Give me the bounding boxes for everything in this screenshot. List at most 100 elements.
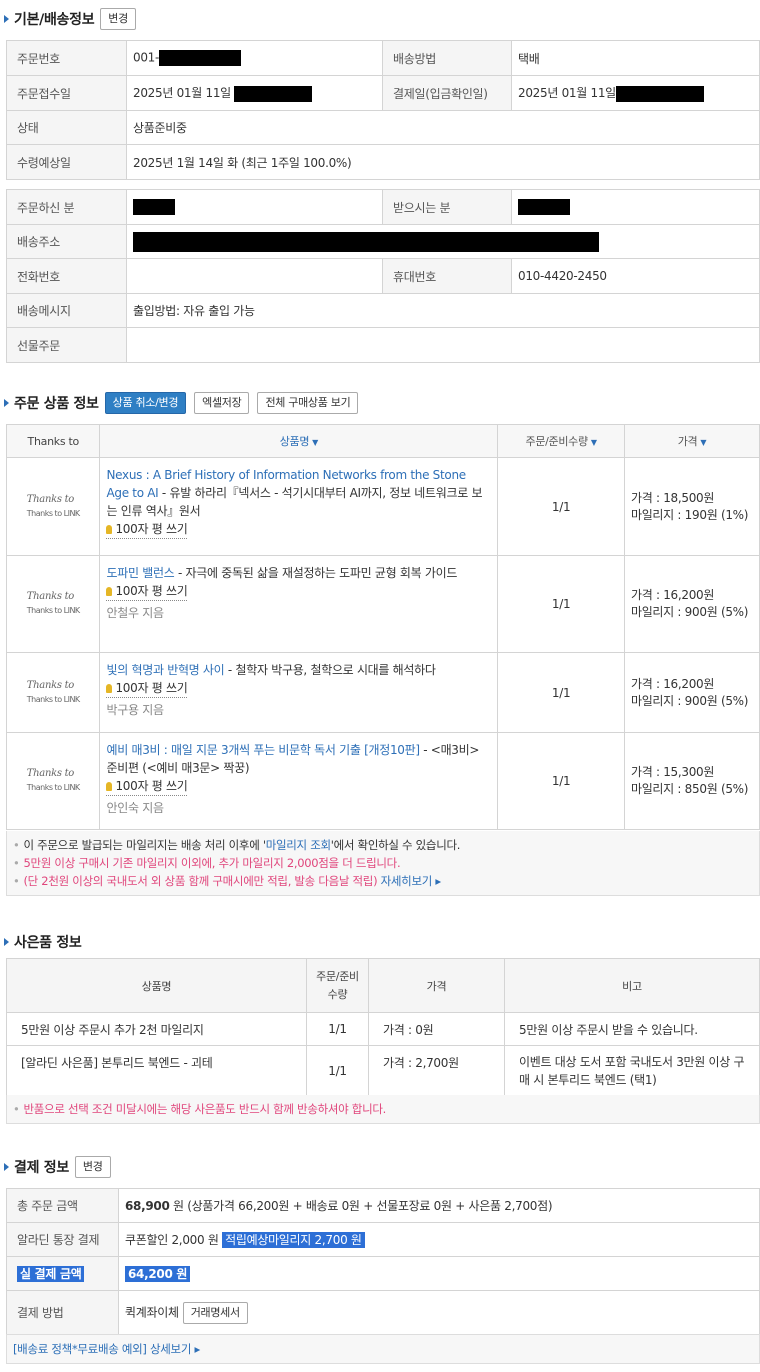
triangle-bullet-icon: [4, 399, 9, 407]
products-table: Thanks to 상품명 ▼ 주문/준비수량 ▼ 가격 ▼ Thanks to Tha…: [5, 424, 760, 830]
pay-date-value: 2025년 01월 11일: [511, 75, 760, 111]
gift-header-name: 상품명: [6, 958, 307, 1013]
gift-row: 5만원 이상 주문시 추가 2천 마일리지 1/1 가격 : 0원 5만원 이상…: [6, 1012, 760, 1046]
product-row: Thanks to Thanks to LINK 빛의 혁명과 반혁명 사이 - …: [5, 652, 760, 733]
mileage-highlight: 적립예상마일리지 2,700 원: [222, 1232, 365, 1248]
product-price: 가격 : 16,200원 마일리지 : 900원 (5%): [623, 652, 760, 733]
orderer-value: [126, 189, 383, 225]
thanks-to-logo[interactable]: Thanks to Thanks to LINK: [5, 652, 101, 733]
thanks-to-logo[interactable]: Thanks to Thanks to LINK: [5, 732, 101, 830]
phone-label: 전화번호: [6, 258, 127, 294]
header-thanks: Thanks to: [5, 424, 101, 458]
phone-value: [126, 258, 383, 294]
gift-qty: 1/1: [306, 1012, 369, 1046]
review-write-link[interactable]: 100자 평 쓰기: [106, 521, 188, 539]
lightbulb-icon: [106, 525, 113, 534]
product-author[interactable]: 박구용 지음: [106, 701, 491, 719]
sort-caret-icon: ▼: [590, 438, 597, 447]
product-title-link[interactable]: 빛의 혁명과 반혁명 사이: [106, 663, 224, 677]
gifts-table: 상품명 주문/준비 수량 가격 비고 5만원 이상 주문시 추가 2천 마일리지 …: [6, 958, 760, 1096]
product-title-link[interactable]: 예비 매3비 : 매일 지문 3개씩 푸는 비문학 독서 기출 [개정10판]: [106, 743, 420, 757]
expected-date-value: 2025년 1월 14일 화 (최근 1주일 100.0%): [126, 144, 760, 180]
product-info: 예비 매3비 : 매일 지문 3개씩 푸는 비문학 독서 기출 [개정10판] …: [99, 732, 499, 830]
header-price[interactable]: 가격 ▼: [623, 424, 760, 458]
mobile-value: 010-4420-2450: [511, 258, 760, 294]
gift-note: 이벤트 대상 도서 포함 국내도서 3만원 이상 구매 시 본투리드 북엔드 (…: [504, 1045, 760, 1096]
pay-method-label: 결제 방법: [6, 1290, 119, 1335]
basic-title-text: 기본/배송정보: [14, 12, 95, 28]
gift-order-label: 선물주문: [6, 327, 127, 363]
product-title-link[interactable]: 도파민 밸런스: [106, 566, 174, 580]
orderer-label: 주문하신 분: [6, 189, 127, 225]
redacted-block: [518, 199, 570, 215]
header-name[interactable]: 상품명 ▼: [99, 424, 499, 458]
mileage-notice: • 이 주문으로 발급되는 마일리지는 배송 처리 이후에 '마일리지 조회'에서…: [6, 831, 760, 896]
section-basic-title: 기본/배송정보 변경: [4, 8, 136, 30]
pay-method-value: 퀵계좌이체 거래명세서: [118, 1290, 760, 1335]
product-desc: - 자극에 중독된 삶을 재설정하는 도파민 균형 회복 가이드: [174, 566, 458, 580]
gift-price: 가격 : 2,700원: [368, 1045, 505, 1096]
product-price: 가격 : 15,300원 마일리지 : 850원 (5%): [623, 732, 760, 830]
gift-name: 5만원 이상 주문시 추가 2천 마일리지: [6, 1012, 307, 1046]
triangle-bullet-icon: [4, 1163, 9, 1171]
order-info-table: 주문번호 001- 배송방법 택배 주문접수일 2025년 01월 11일 결제…: [6, 40, 760, 180]
gifts-title-text: 사은품 정보: [14, 935, 82, 951]
details-link[interactable]: 자세히보기 ▸: [381, 874, 442, 888]
aladin-pay-label: 알라딘 통장 결제: [6, 1222, 119, 1257]
gift-row: [알라딘 사은품] 본투리드 북엔드 - 괴테 1/1 가격 : 2,700원 …: [6, 1045, 760, 1096]
excel-save-button[interactable]: 엑셀저장: [194, 392, 250, 414]
section-products-title: 주문 상품 정보 상품 취소/변경 엑셀저장 전체 구매상품 보기: [4, 392, 359, 414]
product-qty: 1/1: [497, 457, 625, 556]
payment-title-text: 결제 정보: [14, 1160, 69, 1176]
receiver-label: 받으시는 분: [382, 189, 512, 225]
recipient-table: 주문하신 분 받으시는 분 배송주소 전화번호 휴대번호 010-4420-24…: [6, 189, 760, 363]
expected-date-label: 수령예상일: [6, 144, 127, 180]
product-author[interactable]: 안인숙 지음: [106, 799, 491, 817]
cancel-change-button[interactable]: 상품 취소/변경: [104, 392, 187, 414]
total-label: 총 주문 금액: [6, 1188, 119, 1223]
header-qty[interactable]: 주문/준비수량 ▼: [497, 424, 625, 458]
gift-header-price: 가격: [368, 958, 505, 1013]
review-write-link[interactable]: 100자 평 쓰기: [106, 778, 188, 796]
gift-notice: • 반품으로 선택 조건 미달시에는 해당 사은품도 반드시 함께 반송하셔야 합…: [6, 1095, 760, 1124]
product-info: 도파민 밸런스 - 자극에 중독된 삶을 재설정하는 도파민 균형 회복 가이드…: [99, 555, 499, 653]
redacted-block: [133, 231, 599, 252]
view-all-purchases-button[interactable]: 전체 구매상품 보기: [257, 392, 359, 414]
notice-line-3: • (단 2천원 이상의 국내도서 외 상품 함께 구매시에만 적립, 발송 다음…: [13, 874, 442, 888]
thanks-to-logo[interactable]: Thanks to Thanks to LINK: [5, 457, 101, 556]
product-info: Nexus : A Brief History of Information N…: [99, 457, 499, 556]
gift-header-qty: 주문/준비 수량: [306, 958, 369, 1013]
gift-price: 가격 : 0원: [368, 1012, 505, 1046]
thanks-to-logo[interactable]: Thanks to Thanks to LINK: [5, 555, 101, 653]
ship-method-value: 택배: [511, 40, 760, 76]
redacted-block: [234, 85, 313, 102]
shipping-policy-link[interactable]: [배송료 정책*무료배송 예외] 상세보기 ▸: [13, 1342, 200, 1356]
gift-note: 5만원 이상 주문시 받을 수 있습니다.: [504, 1012, 760, 1046]
product-row: Thanks to Thanks to LINK 예비 매3비 : 매일 지문 3…: [5, 732, 760, 830]
section-payment-title: 결제 정보 변경: [4, 1156, 111, 1178]
product-author[interactable]: 안철우 지음: [106, 604, 491, 622]
basic-change-button[interactable]: 변경: [100, 8, 136, 30]
gift-name: [알라딘 사은품] 본투리드 북엔드 - 괴테: [6, 1045, 307, 1096]
product-qty: 1/1: [497, 555, 625, 653]
product-price: 가격 : 16,200원 마일리지 : 900원 (5%): [623, 555, 760, 653]
pay-date-label: 결제일(입금확인일): [382, 75, 512, 111]
triangle-bullet-icon: [4, 938, 9, 946]
review-write-link[interactable]: 100자 평 쓰기: [106, 680, 188, 698]
receipt-button[interactable]: 거래명세서: [182, 1301, 248, 1324]
product-desc: - 철학자 박구용, 철학으로 시대를 해석하다: [224, 663, 436, 677]
ship-method-label: 배송방법: [382, 40, 512, 76]
order-no-value: 001-: [126, 40, 383, 76]
mobile-label: 휴대번호: [382, 258, 512, 294]
review-write-link[interactable]: 100자 평 쓰기: [106, 583, 188, 601]
actual-pay-label: 실 결제 금액: [6, 1256, 119, 1291]
address-value: [126, 224, 760, 259]
mileage-lookup-link[interactable]: 마일리지 조회: [266, 838, 331, 852]
lightbulb-icon: [106, 684, 113, 693]
payment-change-button[interactable]: 변경: [74, 1156, 111, 1178]
message-value: 출입방법: 자유 출입 가능: [126, 293, 760, 328]
gift-header-note: 비고: [504, 958, 760, 1013]
notice-line-1: • 이 주문으로 발급되는 마일리지는 배송 처리 이후에 '마일리지 조회'에서…: [13, 838, 461, 852]
sort-caret-icon: ▼: [312, 438, 319, 447]
redacted-block: [159, 50, 242, 66]
